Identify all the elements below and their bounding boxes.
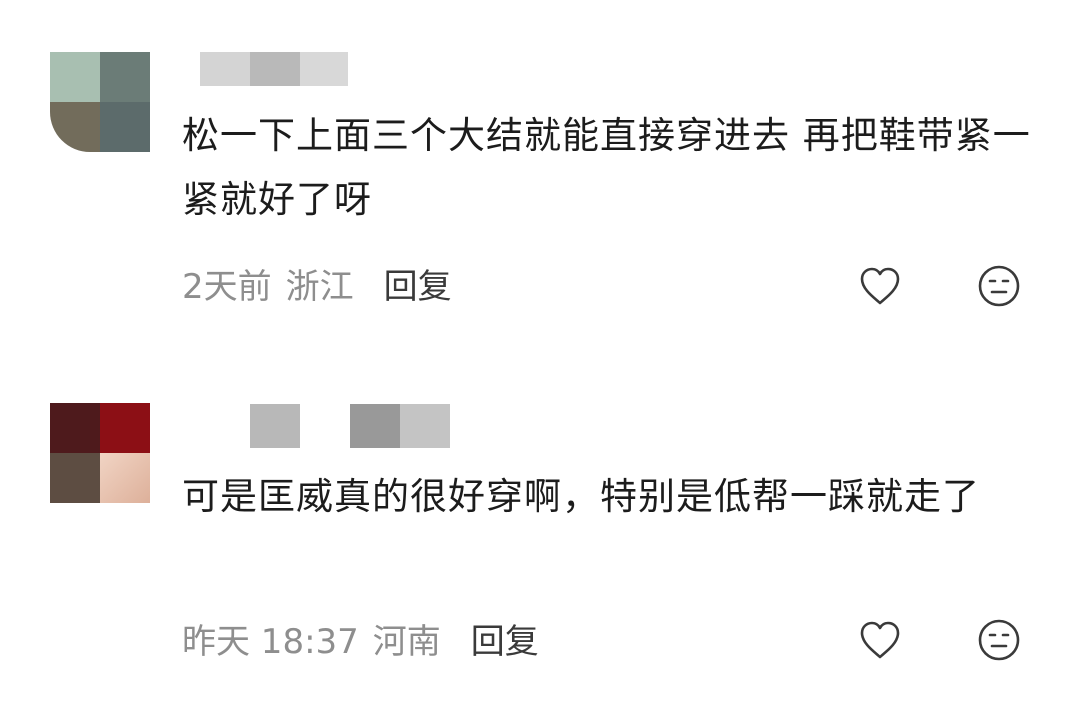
heart-outline-icon[interactable]: [856, 262, 904, 310]
avatar-pixel: [100, 403, 150, 453]
avatar[interactable]: [50, 52, 150, 152]
avatar-pixel: [100, 52, 150, 102]
redacted-block: [250, 404, 300, 448]
comment-text: 可是匡威真的很好穿啊，特别是低帮一踩就走了: [182, 475, 980, 518]
redacted-block: [300, 52, 348, 86]
comment-time: 2天前: [182, 266, 272, 307]
comment-meta: 2天前 浙江 回复: [182, 258, 452, 308]
redacted-block: [250, 52, 300, 86]
comment-location: 河南: [372, 621, 441, 662]
comment-item: 可是匡威真的很好穿啊，特别是低帮一踩就走了 昨天 18:37 河南 回复: [0, 350, 1080, 703]
comment-location: 浙江: [285, 266, 354, 307]
avatar-pixel: [100, 102, 150, 152]
username-redacted[interactable]: [250, 404, 450, 448]
avatar-pixel: [100, 453, 150, 503]
avatar[interactable]: [50, 403, 150, 503]
redacted-block: [350, 404, 400, 448]
comment-time: 昨天 18:37: [182, 621, 359, 662]
avatar-pixel: [50, 52, 100, 102]
reply-button[interactable]: 回复: [384, 259, 452, 308]
neutral-face-icon[interactable]: [975, 616, 1023, 664]
username-redacted[interactable]: [200, 52, 348, 86]
comment-item: 松一下上面三个大结就能直接穿进去 再把鞋带紧一紧就好了呀 2天前 浙江 回复: [0, 0, 1080, 340]
comment-meta: 昨天 18:37 河南 回复: [182, 613, 539, 663]
reply-button[interactable]: 回复: [471, 614, 539, 663]
avatar-pixel: [50, 102, 100, 152]
heart-outline-icon[interactable]: [856, 616, 904, 664]
avatar-pixel: [50, 403, 100, 453]
redacted-block: [300, 404, 350, 448]
redacted-block: [400, 404, 450, 448]
comment-text: 松一下上面三个大结就能直接穿进去 再把鞋带紧一紧就好了呀: [182, 114, 1031, 221]
avatar-pixel: [50, 453, 100, 503]
neutral-face-icon[interactable]: [975, 262, 1023, 310]
redacted-block: [200, 52, 250, 86]
